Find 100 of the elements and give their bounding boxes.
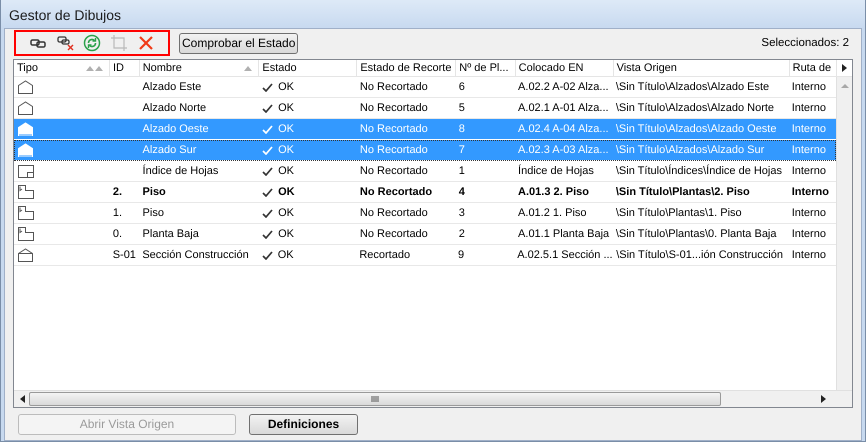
delete-icon[interactable] — [137, 34, 155, 52]
table-row[interactable]: Índice de Hojas OK No Recortado 1 Índice de Hojas \Sin Título\Índices\Índice de Hojas Interno — [14, 161, 836, 182]
check-icon — [262, 208, 274, 218]
table-row[interactable]: 0. Planta Baja OK No Recortado 2 A.01.1 Planta Baja \Sin Título\Plantas\0. Planta Baja Interno — [14, 224, 836, 245]
column-header[interactable]: Estado de Recorte — [357, 60, 456, 76]
status-text: OK — [278, 144, 294, 156]
clipping-text: No Recortado — [360, 81, 428, 93]
path-text: Interno — [792, 207, 826, 219]
sheet-number-text: 1 — [458, 165, 465, 177]
sheet-number-text: 3 — [458, 207, 465, 219]
check-icon — [262, 250, 273, 260]
path-text: Interno — [792, 81, 826, 93]
clipping-text: Recortado — [359, 249, 410, 261]
check-icon — [262, 104, 274, 112]
settings-button[interactable]: Definiciones — [249, 414, 358, 434]
column-header[interactable]: Vista Origen — [614, 60, 790, 76]
path-text: Interno — [792, 165, 826, 177]
scroll-right-icon[interactable] — [821, 395, 826, 403]
name-text: Alzado Norte — [142, 102, 206, 114]
name-text: Sección Construcción — [142, 249, 249, 261]
sheet-number-text: 9 — [458, 249, 464, 261]
name-text: Alzado Este — [142, 81, 202, 93]
placed-in-text: A.02.5.1 Sección ... — [517, 249, 613, 261]
grip-icon — [371, 396, 379, 402]
refresh-icon[interactable] — [83, 34, 101, 52]
column-header[interactable]: Nº de Pl... — [456, 60, 516, 76]
path-text: Interno — [792, 228, 826, 240]
name-text: Piso — [142, 186, 166, 198]
source-view-text: \Sin Título\Alzados\Alzado Oeste — [616, 123, 776, 135]
scroll-right-icon[interactable] — [842, 64, 848, 72]
scroll-left-icon[interactable] — [20, 395, 25, 403]
name-text: Alzado Sur — [142, 144, 196, 156]
sheet-number-text: 2 — [458, 228, 465, 240]
clipping-text: No Recortado — [360, 165, 428, 177]
clipping-text: No Recortado — [360, 186, 432, 198]
column-header[interactable]: Colocado EN — [516, 60, 614, 76]
placed-in-text: A.02.4 A-04 Alza... — [518, 123, 609, 135]
clipping-text: No Recortado — [360, 144, 428, 156]
selection-count: Seleccionados: 2 — [761, 37, 849, 49]
source-view-text: \Sin Título\Alzados\Alzado Norte — [616, 102, 774, 114]
window-title: Gestor de Dibujos — [9, 7, 122, 23]
placed-in-text: A.02.1 A-01 Alza... — [518, 102, 609, 114]
table-row[interactable]: S-01 Sección Construcción OK Recortado 9 A.02.5.1 Sección ... \Sin Título\S-01...ión Construcción Interno — [14, 245, 836, 266]
clipping-text: No Recortado — [360, 228, 428, 240]
name-text: Alzado Oeste — [142, 123, 209, 135]
check-status-button[interactable]: Comprobar el Estado — [179, 32, 298, 54]
column-header[interactable]: Estado — [259, 60, 358, 76]
sheet-number-text: 6 — [458, 81, 465, 93]
status-text: OK — [278, 228, 294, 240]
source-view-text: \Sin Título\Alzados\Alzado Este — [616, 81, 770, 93]
status-text: OK — [278, 186, 295, 198]
check-icon — [262, 124, 274, 134]
column-header[interactable]: Nombre — [140, 60, 260, 76]
table-row[interactable]: 2. Piso OK No Recortado 4 A.01.3 2. Piso \Sin Título\Plantas\2. Piso Interno — [14, 182, 836, 203]
unlink-icon[interactable] — [56, 34, 74, 52]
status-text: OK — [278, 207, 294, 219]
source-view-text: \Sin Título\Índices\Índice de Hojas — [616, 165, 782, 177]
table-row[interactable]: Alzado Este OK No Recortado 6 A.02.2 A-02 Alza... \Sin Título\Alzados\Alzado Este Interno — [14, 77, 836, 98]
placed-in-text: A.01.3 2. Piso — [518, 186, 589, 198]
clipping-text: No Recortado — [360, 123, 428, 135]
sheet-number-text: 4 — [458, 186, 465, 198]
placed-in-text: Índice de Hojas — [518, 165, 594, 177]
name-text: Piso — [142, 207, 164, 219]
status-text: OK — [278, 102, 294, 114]
scrollbar-thumb[interactable] — [29, 392, 721, 406]
status-text: OK — [278, 81, 294, 93]
status-text: OK — [278, 123, 294, 135]
id-text: S-01 — [112, 249, 136, 261]
name-text: Índice de Hojas — [142, 165, 218, 177]
status-text: OK — [278, 165, 294, 177]
column-header[interactable]: Tipo — [14, 60, 110, 76]
name-text: Planta Baja — [142, 228, 199, 240]
path-text: Interno — [792, 186, 829, 198]
path-text: Interno — [792, 249, 826, 261]
path-text: Interno — [792, 102, 826, 114]
sheet-number-text: 5 — [458, 102, 465, 114]
table-row[interactable]: 1. Piso OK No Recortado 3 A.01.2 1. Piso \Sin Título\Plantas\1. Piso Interno — [14, 203, 836, 224]
clipping-text: No Recortado — [360, 207, 428, 219]
placed-in-text: A.01.1 Planta Baja — [518, 228, 610, 240]
status-text: OK — [278, 249, 294, 261]
sheet-number-text: 8 — [458, 123, 465, 135]
source-view-text: \Sin Título\Alzados\Alzado Sur — [616, 144, 764, 156]
check-icon — [262, 82, 274, 92]
clipping-text: No Recortado — [360, 102, 428, 114]
check-icon — [262, 166, 274, 176]
sheet-number-text: 7 — [458, 144, 465, 156]
placed-in-text: A.01.2 1. Piso — [518, 207, 587, 219]
id-text: 1. — [112, 207, 122, 219]
check-icon — [262, 188, 274, 196]
source-view-text: \Sin Título\S-01...ión Construcción — [616, 249, 783, 261]
id-text: 0. — [112, 228, 122, 240]
source-view-text: \Sin Título\Plantas\0. Planta Baja — [616, 228, 776, 240]
placed-in-text: A.02.2 A-02 Alza... — [518, 81, 609, 93]
placed-in-text: A.02.3 A-03 Alza... — [518, 144, 609, 156]
check-icon — [262, 230, 274, 238]
column-header[interactable]: Ruta de — [790, 60, 838, 76]
path-text: Interno — [792, 123, 826, 135]
column-header[interactable]: ID — [110, 60, 140, 76]
check-icon — [262, 146, 274, 154]
path-text: Interno — [792, 144, 826, 156]
